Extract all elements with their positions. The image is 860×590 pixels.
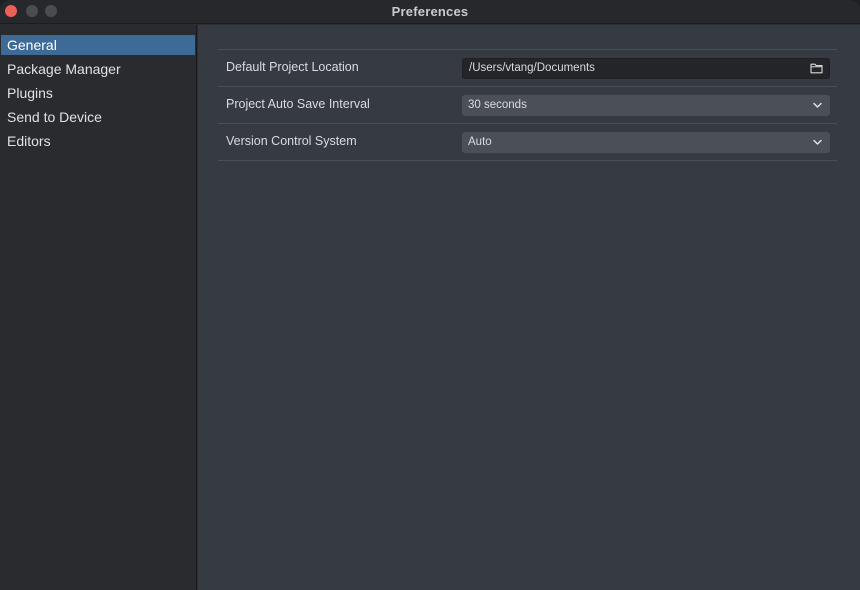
project-location-row: Default Project Location /Users/vtang/Do… bbox=[218, 50, 837, 87]
sidebar-item-general[interactable]: General bbox=[1, 35, 195, 55]
project-location-label: Default Project Location bbox=[226, 60, 359, 74]
version-control-value: Auto bbox=[468, 136, 492, 148]
auto-save-select[interactable]: 30 seconds bbox=[462, 95, 830, 116]
project-location-field[interactable]: /Users/vtang/Documents bbox=[462, 58, 830, 79]
general-settings-table: Default Project Location /Users/vtang/Do… bbox=[218, 49, 837, 161]
version-control-row: Version Control System Auto bbox=[218, 124, 837, 161]
auto-save-value: 30 seconds bbox=[468, 99, 527, 111]
folder-icon[interactable] bbox=[810, 62, 823, 74]
preferences-content: Default Project Location /Users/vtang/Do… bbox=[198, 25, 860, 590]
sidebar-item-send-to-device[interactable]: Send to Device bbox=[1, 107, 195, 127]
auto-save-label: Project Auto Save Interval bbox=[226, 97, 370, 111]
chevron-down-icon bbox=[813, 139, 822, 145]
preferences-window: Preferences General Package Manager Plug… bbox=[0, 0, 860, 590]
sidebar-item-plugins[interactable]: Plugins bbox=[1, 83, 195, 103]
auto-save-row: Project Auto Save Interval 30 seconds bbox=[218, 87, 837, 124]
sidebar-item-package-manager[interactable]: Package Manager bbox=[1, 59, 195, 79]
version-control-select[interactable]: Auto bbox=[462, 132, 830, 153]
sidebar-item-editors[interactable]: Editors bbox=[1, 131, 195, 151]
project-location-value: /Users/vtang/Documents bbox=[469, 62, 595, 74]
title-bar: Preferences bbox=[0, 0, 860, 24]
window-title: Preferences bbox=[391, 4, 469, 19]
preferences-sidebar: General Package Manager Plugins Send to … bbox=[0, 25, 197, 590]
chevron-down-icon bbox=[813, 102, 822, 108]
version-control-label: Version Control System bbox=[226, 134, 357, 148]
